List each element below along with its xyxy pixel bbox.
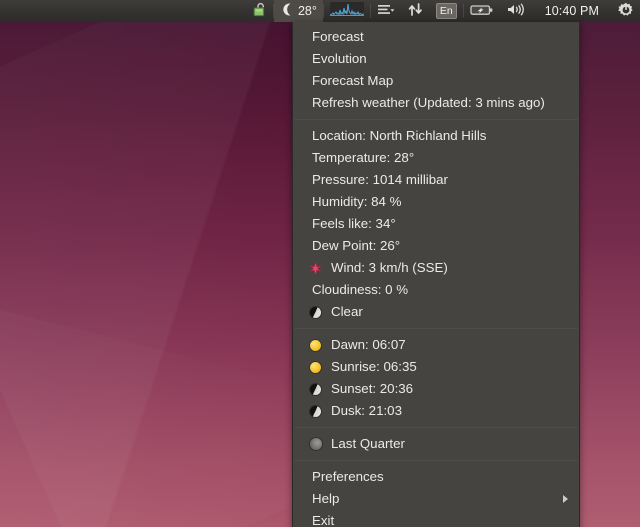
menu-item-sunrise: Sunrise: 06:35 bbox=[293, 356, 579, 378]
menu-item-exit[interactable]: Exit bbox=[293, 510, 579, 527]
menu-item-location: Location: North Richland Hills bbox=[293, 125, 579, 147]
moon-icon bbox=[307, 381, 324, 397]
cloudiness-value: Cloudiness: 0 % bbox=[312, 282, 409, 297]
dawn-value: Dawn: 06:07 bbox=[331, 337, 406, 352]
menu-item-feels-like: Feels like: 34° bbox=[293, 213, 579, 235]
menu-item-label: Exit bbox=[312, 513, 335, 527]
volume-speaker-icon bbox=[506, 2, 526, 20]
sunset-value: Sunset: 20:36 bbox=[331, 381, 414, 396]
menu-item-forecast-map[interactable]: Forecast Map bbox=[293, 70, 579, 92]
menu-item-label: Forecast bbox=[312, 29, 364, 44]
menu-item-cloudiness: Cloudiness: 0 % bbox=[293, 279, 579, 301]
humidity-value: Humidity: 84 % bbox=[312, 194, 402, 209]
location-value: Location: North Richland Hills bbox=[312, 128, 487, 143]
chevron-right-icon bbox=[563, 495, 568, 503]
sunrise-value: Sunrise: 06:35 bbox=[331, 359, 417, 374]
menu-item-moon-phase: Last Quarter bbox=[293, 433, 579, 455]
condition-value: Clear bbox=[331, 304, 363, 319]
weather-indicator[interactable]: 28° bbox=[273, 0, 323, 22]
menu-item-forecast[interactable]: Forecast bbox=[293, 26, 579, 48]
menu-item-label: Forecast Map bbox=[312, 73, 394, 88]
menu-item-refresh-weather[interactable]: Refresh weather (Updated: 3 mins ago) bbox=[293, 92, 579, 114]
wind-value: Wind: 3 km/h (SSE) bbox=[331, 260, 448, 275]
menu-item-wind: Wind: 3 km/h (SSE) bbox=[293, 257, 579, 279]
menu-item-temperature: Temperature: 28° bbox=[293, 147, 579, 169]
battery-charging-icon bbox=[470, 2, 494, 20]
menu-item-dusk: Dusk: 21:03 bbox=[293, 400, 579, 422]
menu-item-label: Refresh weather (Updated: 3 mins ago) bbox=[312, 95, 545, 110]
network-indicator[interactable] bbox=[401, 0, 430, 22]
dusk-value: Dusk: 21:03 bbox=[331, 403, 402, 418]
padlock-open-indicator[interactable] bbox=[247, 0, 273, 22]
menu-item-dew-point: Dew Point: 26° bbox=[293, 235, 579, 257]
clock-label: 10:40 PM bbox=[544, 4, 599, 18]
system-tray: 28° En 10:40 PM bbox=[247, 0, 640, 22]
menu-item-label: Help bbox=[312, 491, 340, 506]
pressure-value: Pressure: 1014 millibar bbox=[312, 172, 448, 187]
moon-phase-icon bbox=[307, 436, 324, 452]
menu-item-evolution[interactable]: Evolution bbox=[293, 48, 579, 70]
crescent-moon-icon bbox=[280, 2, 294, 20]
menu-item-pressure: Pressure: 1014 millibar bbox=[293, 169, 579, 191]
menu-item-condition: Clear bbox=[293, 301, 579, 323]
menu-separator bbox=[294, 119, 578, 120]
moon-phase-value: Last Quarter bbox=[331, 436, 405, 451]
volume-indicator[interactable] bbox=[500, 0, 532, 22]
menu-separator bbox=[294, 427, 578, 428]
menu-item-preferences[interactable]: Preferences bbox=[293, 466, 579, 488]
moon-clear-icon bbox=[307, 304, 324, 320]
network-up-down-icon bbox=[407, 2, 424, 20]
menu-item-humidity: Humidity: 84 % bbox=[293, 191, 579, 213]
sun-icon bbox=[307, 359, 324, 375]
weather-temperature: 28° bbox=[297, 4, 317, 18]
padlock-open-icon bbox=[253, 2, 267, 20]
menu-item-sunset: Sunset: 20:36 bbox=[293, 378, 579, 400]
menu-item-label: Preferences bbox=[312, 469, 384, 484]
menu-separator bbox=[294, 460, 578, 461]
messaging-menu-icon bbox=[377, 2, 395, 20]
keyboard-layout-label: En bbox=[435, 3, 457, 19]
session-menu-indicator[interactable] bbox=[612, 0, 640, 22]
menu-item-label: Evolution bbox=[312, 51, 367, 66]
system-monitor-indicator[interactable] bbox=[324, 0, 370, 22]
top-panel: 28° En 10:40 PM bbox=[0, 0, 640, 22]
wind-direction-icon bbox=[307, 260, 324, 276]
battery-indicator[interactable] bbox=[464, 0, 500, 22]
weather-indicator-menu: Forecast Evolution Forecast Map Refresh … bbox=[292, 22, 580, 527]
clock-indicator[interactable]: 10:40 PM bbox=[532, 0, 612, 22]
system-monitor-graph-icon bbox=[329, 2, 364, 20]
gear-power-icon bbox=[618, 2, 634, 21]
temperature-value: Temperature: 28° bbox=[312, 150, 415, 165]
sun-icon bbox=[307, 337, 324, 353]
keyboard-layout-indicator[interactable]: En bbox=[430, 0, 463, 22]
moon-icon bbox=[307, 403, 324, 419]
menu-separator bbox=[294, 328, 578, 329]
dew-point-value: Dew Point: 26° bbox=[312, 238, 401, 253]
feels-like-value: Feels like: 34° bbox=[312, 216, 396, 231]
menu-item-dawn: Dawn: 06:07 bbox=[293, 334, 579, 356]
messaging-menu-indicator[interactable] bbox=[371, 0, 401, 22]
menu-item-help[interactable]: Help bbox=[293, 488, 579, 510]
